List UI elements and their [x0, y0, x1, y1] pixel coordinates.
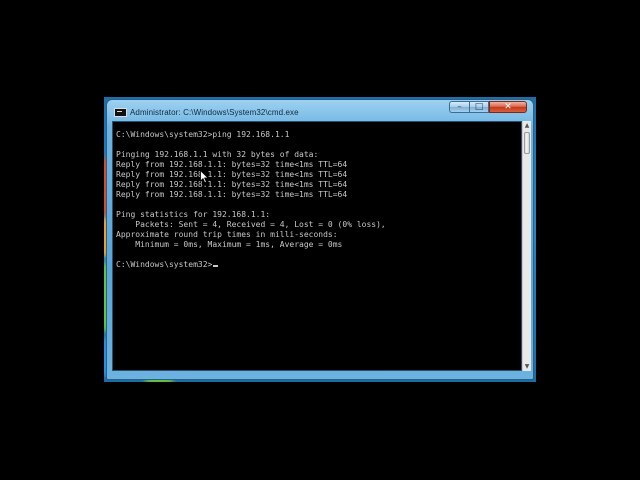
close-icon: ✕: [504, 101, 512, 112]
scrollbar-thumb[interactable]: [524, 132, 530, 154]
console-line: Minimum = 0ms, Maximum = 1ms, Average = …: [116, 240, 343, 249]
maximize-button[interactable]: □: [469, 101, 489, 113]
cmd-window[interactable]: Administrator: C:\Windows\System32\cmd.e…: [106, 99, 534, 380]
console-line: Reply from 192.168.1.1: bytes=32 time<1m…: [116, 170, 348, 179]
prompt-line[interactable]: C:\Windows\system32>: [116, 260, 386, 270]
console-line: Approximate round trip times in milli-se…: [116, 230, 338, 239]
cmd-icon[interactable]: [114, 108, 127, 117]
console-line: C:\Windows\system32>ping 192.168.1.1: [116, 130, 290, 139]
console-line: Reply from 192.168.1.1: bytes=32 time<1m…: [116, 160, 348, 169]
chevron-up-icon[interactable]: ▲: [523, 121, 531, 130]
screen: Administrator: C:\Windows\System32\cmd.e…: [0, 0, 640, 480]
close-button[interactable]: ✕: [489, 101, 527, 113]
console-line: Packets: Sent = 4, Received = 4, Lost = …: [116, 220, 386, 229]
vertical-scrollbar[interactable]: ▲ ▼: [522, 121, 531, 371]
mouse-pointer-icon: [200, 170, 209, 184]
minimize-button[interactable]: –: [449, 101, 469, 113]
console-line: Reply from 192.168.1.1: bytes=32 time=1m…: [116, 190, 348, 199]
maximize-icon: □: [474, 101, 484, 112]
window-controls: – □ ✕: [449, 101, 527, 113]
console-line: Pinging 192.168.1.1 with 32 bytes of dat…: [116, 150, 319, 159]
chevron-down-icon[interactable]: ▼: [523, 362, 531, 371]
title-bar[interactable]: Administrator: C:\Windows\System32\cmd.e…: [107, 100, 533, 121]
console-line: Reply from 192.168.1.1: bytes=32 time<1m…: [116, 180, 348, 189]
minimize-icon: –: [457, 101, 462, 112]
console-line: Ping statistics for 192.168.1.1:: [116, 210, 271, 219]
console-output[interactable]: C:\Windows\system32>ping 192.168.1.1 Ping…: [112, 121, 522, 371]
window-title: Administrator: C:\Windows\System32\cmd.e…: [130, 108, 299, 117]
console-text: C:\Windows\system32>ping 192.168.1.1 Ping…: [116, 130, 386, 270]
prompt-text: C:\Windows\system32>: [116, 260, 213, 269]
text-cursor: [213, 265, 219, 267]
